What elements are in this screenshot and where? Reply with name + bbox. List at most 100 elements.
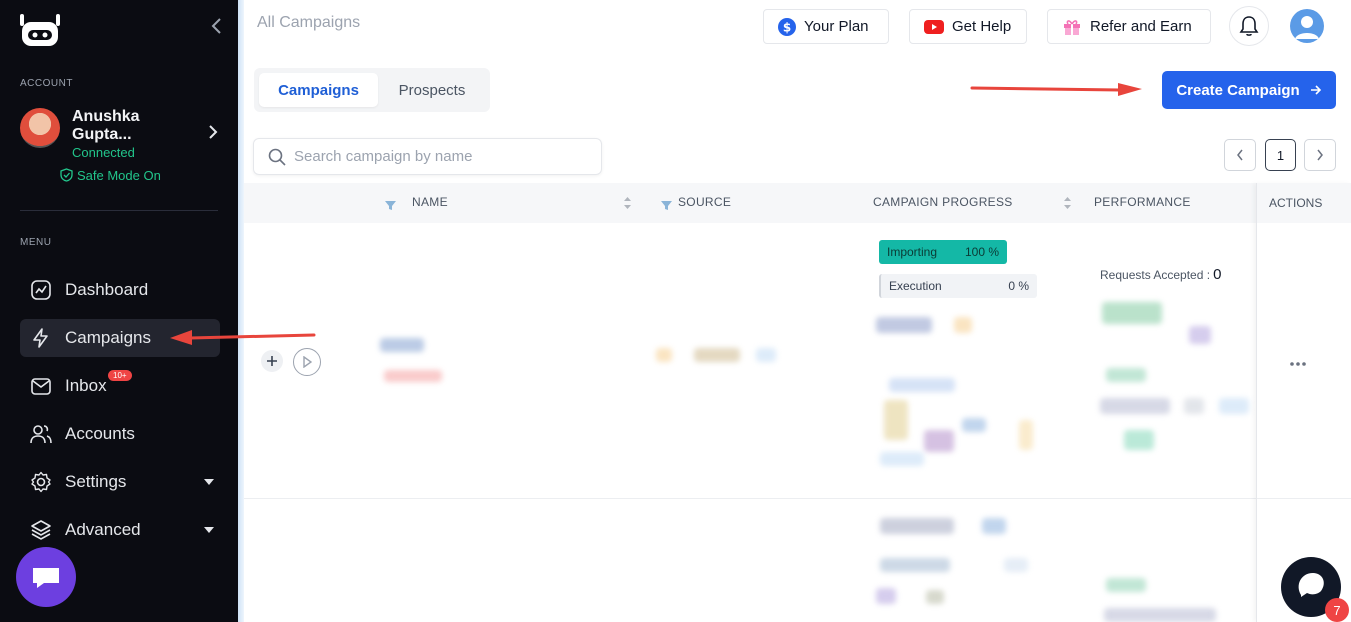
blurred-detail	[880, 518, 954, 534]
sidebar-item-inbox[interactable]: Inbox 10+	[20, 367, 220, 405]
column-header-name[interactable]: NAME	[412, 195, 448, 209]
blurred-detail	[876, 317, 932, 333]
blurred-detail	[889, 378, 955, 392]
inbox-icon	[30, 375, 52, 397]
caret-down-icon	[204, 527, 214, 533]
blurred-campaign-name	[380, 338, 424, 352]
main-content: All Campaigns $ Your Plan Get Help Refer…	[244, 0, 1351, 622]
column-header-progress[interactable]: CAMPAIGN PROGRESS	[873, 195, 1013, 209]
layers-icon	[30, 519, 52, 541]
chevron-right-icon[interactable]	[208, 124, 218, 144]
refer-earn-button[interactable]: Refer and Earn	[1047, 9, 1211, 44]
requests-accepted-value: 0	[1213, 266, 1222, 283]
annotation-arrow-icon	[970, 83, 1142, 96]
view-tabs: Campaigns Prospects	[254, 68, 490, 112]
safe-mode-label: Safe Mode On	[77, 168, 161, 183]
sidebar-item-accounts[interactable]: Accounts	[20, 415, 220, 453]
gear-icon	[30, 471, 52, 493]
play-icon[interactable]	[293, 348, 321, 376]
blurred-source	[694, 348, 740, 362]
column-header-source[interactable]: SOURCE	[678, 195, 731, 209]
sidebar-item-dashboard[interactable]: Dashboard	[20, 271, 220, 309]
chevron-left-icon	[1237, 149, 1243, 161]
blurred-detail	[880, 558, 950, 572]
blurred-detail	[1019, 420, 1033, 450]
sidebar-item-label: Advanced	[65, 520, 141, 539]
sidebar-item-label: Inbox	[65, 376, 107, 395]
your-plan-button[interactable]: $ Your Plan	[763, 9, 889, 44]
create-campaign-button[interactable]: Create Campaign	[1162, 71, 1336, 109]
blurred-source	[756, 348, 776, 362]
safe-mode-status: Safe Mode On	[60, 168, 161, 185]
chevron-right-icon	[1317, 149, 1323, 161]
blurred-performance	[1104, 608, 1216, 622]
filter-icon[interactable]	[661, 196, 672, 215]
your-plan-label: Your Plan	[804, 18, 869, 35]
shield-check-icon	[60, 168, 73, 185]
blurred-detail	[924, 430, 954, 452]
column-header-actions: ACTIONS	[1257, 183, 1351, 223]
notifications-bell-icon[interactable]	[1229, 6, 1269, 46]
get-help-button[interactable]: Get Help	[909, 9, 1027, 44]
user-avatar-icon[interactable]	[1290, 9, 1324, 43]
blurred-detail	[1004, 558, 1028, 572]
dollar-icon: $	[778, 17, 796, 36]
blurred-detail	[884, 400, 908, 440]
blurred-detail	[962, 418, 986, 432]
sidebar: ACCOUNT Anushka Gupta... Connected Safe …	[0, 0, 238, 622]
pagination-next-button[interactable]	[1304, 139, 1336, 171]
tab-campaigns[interactable]: Campaigns	[259, 73, 378, 107]
logo-icon[interactable]	[18, 14, 62, 48]
avatar	[20, 108, 60, 148]
filter-icon[interactable]	[385, 196, 396, 215]
execution-value: 0 %	[1008, 279, 1029, 293]
account-name: Anushka Gupta...	[72, 108, 140, 143]
sidebar-divider	[20, 210, 218, 211]
blurred-detail	[876, 588, 896, 604]
blurred-performance	[1102, 302, 1162, 324]
plus-icon[interactable]	[261, 350, 283, 372]
chat-widget-button[interactable]	[16, 547, 76, 607]
column-header-performance[interactable]: PERFORMANCE	[1094, 195, 1191, 209]
importing-value: 100 %	[964, 245, 999, 259]
blurred-performance	[1100, 398, 1170, 414]
more-actions-icon[interactable]	[1289, 352, 1307, 371]
tab-prospects[interactable]: Prospects	[382, 73, 482, 107]
blurred-performance	[1124, 430, 1154, 450]
menu-section-label: MENU	[20, 237, 52, 248]
blurred-performance	[1106, 578, 1146, 592]
importing-label: Importing	[887, 245, 938, 259]
collapse-sidebar-icon[interactable]	[210, 17, 222, 40]
sidebar-item-label: Accounts	[65, 424, 135, 443]
account-card[interactable]: Anushka Gupta... Connected Safe Mode On	[20, 108, 220, 188]
search-box	[253, 138, 602, 175]
inbox-count-badge: 10+	[108, 370, 132, 381]
sort-icon[interactable]	[1063, 195, 1072, 214]
execution-label: Execution	[889, 279, 942, 293]
row-divider	[244, 498, 1351, 499]
sidebar-item-campaigns[interactable]: Campaigns	[20, 319, 220, 357]
blurred-performance	[1184, 398, 1204, 414]
sidebar-item-label: Campaigns	[65, 328, 151, 347]
execution-progress-bar: Execution 0 %	[879, 274, 1037, 298]
blurred-detail	[880, 452, 924, 466]
pagination-prev-button[interactable]	[1224, 139, 1256, 171]
search-icon	[268, 148, 286, 166]
sort-icon[interactable]	[623, 195, 632, 214]
account-status: Connected	[72, 145, 135, 160]
help-notification-badge: 7	[1325, 598, 1349, 622]
blurred-detail	[954, 317, 972, 333]
pagination-page-current[interactable]: 1	[1265, 139, 1296, 171]
caret-down-icon	[204, 479, 214, 485]
row-divider	[1257, 498, 1351, 499]
refer-earn-label: Refer and Earn	[1090, 18, 1192, 35]
svg-text:$: $	[783, 20, 791, 34]
lightning-icon	[30, 327, 52, 349]
page-title: All Campaigns	[257, 14, 361, 31]
table-header: NAME SOURCE CAMPAIGN PROGRESS PERFORMANC…	[244, 183, 1351, 223]
sidebar-item-settings[interactable]: Settings	[20, 463, 220, 501]
search-input[interactable]	[294, 148, 584, 165]
sidebar-item-advanced[interactable]: Advanced	[20, 511, 220, 549]
blurred-performance	[1189, 326, 1211, 344]
create-campaign-label: Create Campaign	[1176, 81, 1300, 99]
